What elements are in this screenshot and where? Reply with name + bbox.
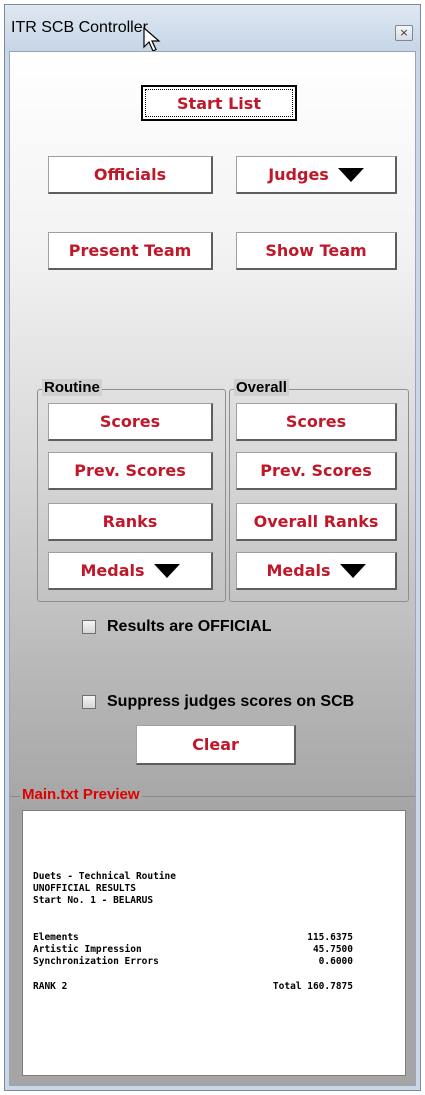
preview-status-line: UNOFFICIAL RESULTS [33,883,136,894]
show-team-label: Show Team [265,241,367,260]
show-team-button[interactable]: Show Team [236,232,397,270]
results-official-checkbox[interactable] [82,620,96,634]
preview-score-label: Artistic Impression [33,944,142,955]
overall-group-label: Overall [234,379,289,396]
start-list-label: Start List [177,93,261,113]
suppress-judges-label: Suppress judges scores on SCB [107,693,355,710]
dropdown-triangle-icon [337,167,364,182]
routine-ranks-label: Ranks [102,512,158,531]
start-list-button[interactable]: Start List [141,85,297,121]
routine-medals-dropdown-button[interactable]: Medals [48,552,213,590]
overall-ranks-label: Overall Ranks [253,512,379,531]
officials-button[interactable]: Officials [48,156,213,194]
preview-score-value: 115.6375 [307,932,353,943]
results-official-label: Results are OFFICIAL [107,618,272,635]
routine-prev-scores-label: Prev. Scores [74,461,186,480]
preview-score-value: 0.6000 [318,956,353,967]
preview-rank: RANK 2 [33,981,68,992]
overall-medals-label: Medals [266,561,331,580]
routine-ranks-button[interactable]: Ranks [48,503,213,541]
preview-total: Total 160.7875 [272,981,353,992]
overall-scores-label: Scores [285,412,347,431]
overall-scores-button[interactable]: Scores [236,403,397,441]
overall-ranks-button[interactable]: Overall Ranks [236,503,397,541]
controller-window: ITR SCB Controller × Start List Official… [4,4,421,1091]
close-button[interactable]: × [395,25,413,41]
dropdown-triangle-icon [339,563,366,578]
preview-score-label: Elements [33,932,79,943]
clear-label: Clear [192,735,239,754]
judges-dropdown-button[interactable]: Judges [236,156,397,194]
present-team-button[interactable]: Present Team [48,232,213,270]
clear-button[interactable]: Clear [136,725,296,765]
preview-score-value: 45.7500 [312,944,353,955]
client-area: Start List Officials Judges Present Team… [9,51,416,1086]
routine-scores-button[interactable]: Scores [48,403,213,441]
results-official-option[interactable]: Results are OFFICIAL [82,618,271,636]
overall-prev-scores-label: Prev. Scores [260,461,372,480]
officials-label: Officials [93,165,167,184]
suppress-judges-checkbox[interactable] [82,695,96,709]
dropdown-triangle-icon [153,563,180,578]
window-title: ITR SCB Controller [11,19,148,36]
preview-start-line: Start No. 1 - BELARUS [33,895,154,906]
title-bar[interactable]: ITR SCB Controller × [5,5,420,52]
preview-label: Main.txt Preview [20,786,142,803]
close-icon: × [399,26,409,39]
routine-group-label: Routine [42,379,102,396]
overall-prev-scores-button[interactable]: Prev. Scores [236,452,397,490]
routine-medals-label: Medals [80,561,145,580]
preview-score-label: Synchronization Errors [33,956,159,967]
mouse-cursor-icon [143,27,161,52]
judges-label: Judges [268,165,329,184]
suppress-judges-option[interactable]: Suppress judges scores on SCB [82,693,354,711]
present-team-label: Present Team [68,241,192,260]
preview-event-line: Duets - Technical Routine [33,871,176,882]
overall-medals-dropdown-button[interactable]: Medals [236,552,397,590]
routine-prev-scores-button[interactable]: Prev. Scores [48,452,213,490]
main-txt-preview: Duets - Technical Routine UNOFFICIAL RES… [22,810,406,1076]
routine-scores-label: Scores [99,412,161,431]
